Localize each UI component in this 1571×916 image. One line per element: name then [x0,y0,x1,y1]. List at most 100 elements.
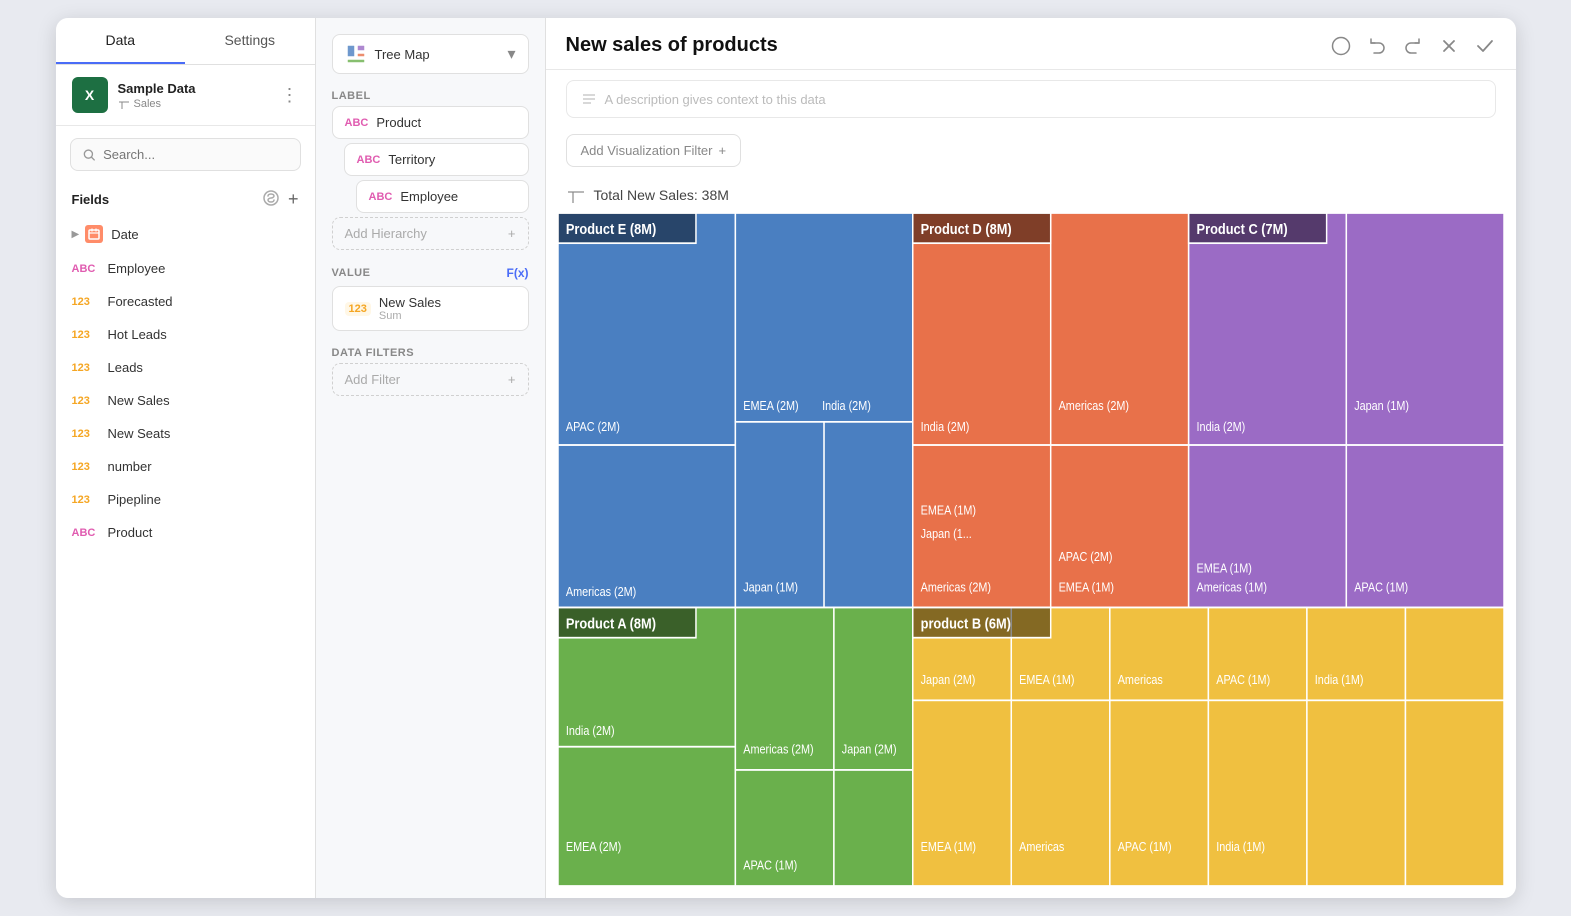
field-item-number[interactable]: 123 number [56,450,315,483]
svg-text:Americas: Americas [1019,839,1064,854]
field-type-abc: ABC [72,527,100,539]
field-item-pipeline[interactable]: 123 Pipepline [56,483,315,516]
data-source-sub: Sales [118,98,281,110]
svg-text:Japan (1...: Japan (1... [920,526,971,541]
undo-icon[interactable] [1366,35,1388,57]
svg-text:?: ? [1337,40,1344,54]
right-panel: New sales of products ? [546,18,1516,898]
tab-settings[interactable]: Settings [185,18,315,64]
field-item-employee[interactable]: ABC Employee [56,252,315,285]
svg-text:Product C (7M): Product C (7M) [1196,220,1287,237]
label-item-product-name: Product [376,115,515,130]
field-name-employee: Employee [108,261,166,276]
svg-text:APAC (1M): APAC (1M) [1117,839,1171,854]
left-panel: Data Settings X Sample Data Sales ⋮ Fiel… [56,18,316,898]
treemap-container: Product E (8M) APAC (2M) Americas (2M) E… [546,213,1516,898]
fields-label: Fields [72,192,262,207]
field-type-num: 123 [72,461,100,473]
svg-text:EMEA (1M): EMEA (1M) [1019,672,1074,687]
label-item-territory[interactable]: ABC Territory [344,143,529,176]
add-viz-filter-label: Add Visualization Filter [581,143,713,158]
stats-text: Total New Sales: 38M [594,187,729,203]
field-item-product[interactable]: ABC Product [56,516,315,549]
svg-text:APAC (1M): APAC (1M) [743,858,797,873]
svg-text:EMEA (1M): EMEA (1M) [1058,579,1113,594]
value-section-title: VALUE [332,267,507,279]
field-item-newseats[interactable]: 123 New Seats [56,417,315,450]
field-item-newsales[interactable]: 123 New Sales [56,384,315,417]
field-item-forecasted[interactable]: 123 Forecasted [56,285,315,318]
field-type-num: 123 [72,428,100,440]
add-hierarchy-button[interactable]: Add Hierarchy + [332,217,529,250]
field-type-abc: ABC [72,263,100,275]
app-container: Data Settings X Sample Data Sales ⋮ Fiel… [56,18,1516,898]
field-name-hotleads: Hot Leads [108,327,167,342]
svg-text:Japan (2M): Japan (2M) [841,742,896,757]
svg-text:India (2M): India (2M) [822,398,871,413]
chart-title: New sales of products [566,34,1294,57]
svg-text:India (1M): India (1M) [1216,839,1265,854]
label-item-employee-name: Employee [400,189,515,204]
label-item-employee[interactable]: ABC Employee [356,180,529,213]
field-type-num: 123 [72,494,100,506]
treemap-chart: Product E (8M) APAC (2M) Americas (2M) E… [558,213,1504,886]
fx-button[interactable]: F(x) [507,266,529,280]
svg-text:Product D (8M): Product D (8M) [920,220,1011,237]
treemap-icon [345,43,367,65]
svg-text:EMEA (2M): EMEA (2M) [565,839,620,854]
description-input[interactable]: A description gives context to this data [566,80,1496,118]
redo-icon[interactable] [1402,35,1424,57]
help-icon[interactable]: ? [1330,35,1352,57]
field-name-date: Date [111,227,138,242]
description-icon [581,91,597,107]
filter-section-title: DATA FILTERS [332,347,529,359]
data-source-info: Sample Data Sales [118,81,281,110]
svg-text:Americas (2M): Americas (2M) [743,742,813,757]
field-item-date[interactable]: ▶ Date [56,216,315,252]
search-input[interactable] [103,147,287,162]
svg-text:Americas (2M): Americas (2M) [1058,398,1128,413]
filter-section: DATA FILTERS Add Filter + [332,347,529,396]
svg-text:APAC (2M): APAC (2M) [1058,549,1112,564]
stats-icon [566,185,586,205]
chart-type-chevron: ▾ [507,44,515,64]
svg-text:APAC (2M): APAC (2M) [565,419,619,434]
search-box [70,138,301,171]
tab-data[interactable]: Data [56,18,186,64]
field-type-num: 123 [72,329,100,341]
field-name-leads: Leads [108,360,143,375]
expand-arrow: ▶ [72,229,80,240]
value-info: New Sales Sum [379,295,516,322]
field-name-forecasted: Forecasted [108,294,173,309]
data-source: X Sample Data Sales ⋮ [56,65,315,126]
svg-text:Americas (2M): Americas (2M) [920,579,990,594]
chart-type-selector[interactable]: Tree Map ▾ [332,34,529,74]
svg-text:Product A (8M): Product A (8M) [565,614,655,631]
svg-text:EMEA (1M): EMEA (1M) [920,503,975,518]
add-viz-filter-button[interactable]: Add Visualization Filter + [566,134,742,167]
field-name-product: Product [108,525,153,540]
add-field-icon[interactable]: + [288,189,299,210]
field-item-leads[interactable]: 123 Leads [56,351,315,384]
more-options-icon[interactable]: ⋮ [281,85,299,106]
add-hierarchy-label: Add Hierarchy [345,226,427,241]
svg-text:product B (6M): product B (6M) [920,614,1010,631]
grid-icon[interactable] [1294,35,1316,57]
add-filter-button[interactable]: Add Filter + [332,363,529,396]
close-icon[interactable] [1438,35,1460,57]
svg-text:EMEA (1M): EMEA (1M) [1196,561,1251,576]
value-name: New Sales [379,295,516,310]
brain-icon[interactable] [262,189,280,207]
search-icon [83,148,96,162]
field-name-newsales: New Sales [108,393,170,408]
field-item-hotleads[interactable]: 123 Hot Leads [56,318,315,351]
value-item-newsales[interactable]: 123 New Sales Sum [332,286,529,331]
field-type-num: 123 [72,395,100,407]
add-filter-label: Add Filter [345,372,401,387]
tabs: Data Settings [56,18,315,65]
right-header: New sales of products ? [546,18,1516,70]
fields-actions: + [262,189,299,210]
label-item-product[interactable]: ABC Product [332,106,529,139]
add-hierarchy-icon: + [508,226,516,241]
confirm-icon[interactable] [1474,35,1496,57]
